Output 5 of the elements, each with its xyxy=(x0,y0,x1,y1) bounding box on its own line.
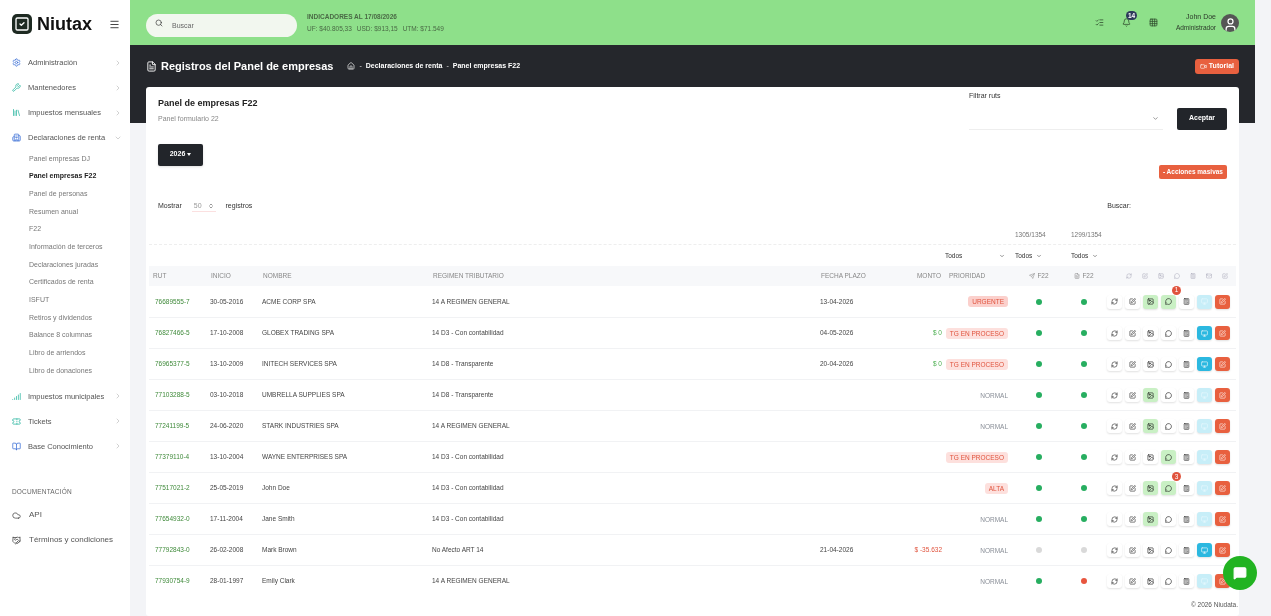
card-title: Panel de empresas F22 xyxy=(158,97,258,110)
logo: Niutax xyxy=(37,12,92,36)
sidebar-item[interactable]: Términos y condiciones xyxy=(0,527,130,553)
sidebar-item[interactable]: API xyxy=(0,502,130,528)
page-title: Registros del Panel de empresas xyxy=(161,58,334,74)
